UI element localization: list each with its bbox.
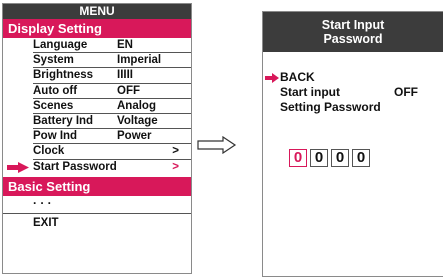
menu-item-value: EN xyxy=(117,39,133,51)
setting-password-label: Setting Password xyxy=(280,100,381,114)
menu-item-label: Start Password xyxy=(33,160,117,173)
menu-item-value: Power xyxy=(117,130,152,143)
display-setting-list: Language EN System Imperial Brightness I… xyxy=(3,38,191,175)
menu-item-value: Voltage xyxy=(117,114,158,127)
password-screen-title: Start Input Password xyxy=(263,12,443,52)
menu-item-value: IIIII xyxy=(117,69,133,82)
menu-item-label: Pow Ind xyxy=(33,130,78,143)
start-input-label: Start input xyxy=(280,85,340,99)
arrow-right-icon xyxy=(7,161,29,173)
menu-title: MENU xyxy=(3,4,191,19)
start-input-value: OFF xyxy=(394,85,418,99)
menu-panel: MENU Display Setting Language EN System … xyxy=(2,3,192,274)
menu-item-label: Brightness xyxy=(33,69,94,82)
title-line-2: Password xyxy=(323,32,383,46)
menu-item-language[interactable]: Language EN xyxy=(33,38,191,54)
hollow-arrow-right-icon xyxy=(197,136,237,154)
arrow-right-icon xyxy=(265,73,279,83)
menu-item-brightness[interactable]: Brightness IIIII xyxy=(33,68,191,84)
menu-item-label: Auto off xyxy=(33,84,78,97)
menu-item-label: Scenes xyxy=(33,99,74,112)
menu-item-value: OFF xyxy=(117,84,140,97)
setting-password-item[interactable]: Setting Password xyxy=(263,100,443,115)
password-digit[interactable]: 0 xyxy=(289,149,307,167)
menu-item-scenes[interactable]: Scenes Analog xyxy=(33,99,191,114)
menu-item-start-password[interactable]: Start Password > xyxy=(7,160,191,175)
section-basic-setting[interactable]: Basic Setting xyxy=(3,176,191,196)
menu-item-value: Analog xyxy=(117,99,156,112)
password-digit[interactable]: 0 xyxy=(352,149,370,167)
menu-item-label: Clock xyxy=(33,145,65,158)
menu-item-label: System xyxy=(33,54,74,67)
chevron-right-icon: > xyxy=(172,145,179,158)
password-digit[interactable]: 0 xyxy=(310,149,328,167)
password-panel: Start Input Password BACK Start input OF… xyxy=(262,11,443,277)
section-display-setting[interactable]: Display Setting xyxy=(3,19,191,38)
menu-item-auto-off[interactable]: Auto off OFF xyxy=(33,84,191,99)
back-label: BACK xyxy=(280,70,315,84)
password-digit[interactable]: 0 xyxy=(331,149,349,167)
start-input-item[interactable]: Start input OFF xyxy=(263,85,443,100)
chevron-right-icon: > xyxy=(172,160,179,173)
menu-item-label: Battery Ind xyxy=(33,114,94,127)
menu-item-value: Imperial xyxy=(117,54,162,67)
more-items-ellipsis: · · · xyxy=(3,196,191,214)
exit-item[interactable]: EXIT xyxy=(3,214,191,231)
menu-item-clock[interactable]: Clock > xyxy=(33,144,191,160)
back-item[interactable]: BACK xyxy=(263,70,443,85)
password-options: BACK Start input OFF Setting Password xyxy=(263,70,443,115)
menu-item-pow-ind[interactable]: Pow Ind Power xyxy=(33,129,191,145)
password-digits: 0 0 0 0 xyxy=(289,149,373,167)
title-line-1: Start Input xyxy=(321,18,385,32)
menu-item-label: Language xyxy=(33,39,88,51)
menu-item-battery-ind[interactable]: Battery Ind Voltage xyxy=(33,114,191,130)
menu-item-system[interactable]: System Imperial xyxy=(33,53,191,69)
